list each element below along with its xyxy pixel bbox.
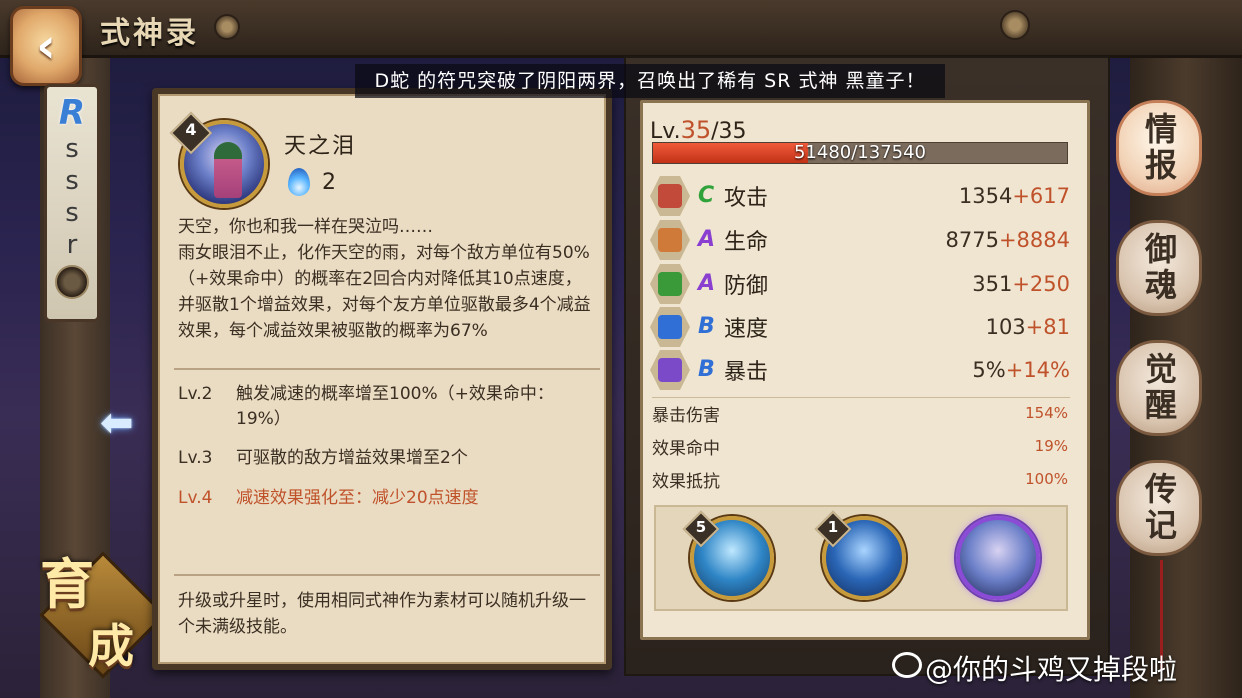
stat-value: 5%+14%: [972, 358, 1070, 382]
stat-row: C 攻击 1354+617: [650, 176, 1070, 216]
stat-icon: [650, 307, 690, 347]
stat-bonus: +81: [1025, 315, 1070, 339]
watermark: @你的斗鸡又掉段啦: [925, 653, 1178, 686]
upgrade-footnote: 升级或升星时，使用相同式神作为素材可以随机升级一个未满级技能。: [178, 591, 586, 637]
skill-description: 天空，你也和我一样在哭泣吗…… 雨女眼泪不止，化作天空的雨，对每个敌方单位有50…: [178, 217, 591, 341]
stat-value: 103+81: [986, 315, 1070, 339]
sub-stat-name: 效果命中: [652, 438, 720, 459]
stat-base: 8775: [945, 228, 999, 252]
rarity-tab-current[interactable]: R: [59, 93, 85, 133]
gear-ornament-icon: [1000, 10, 1030, 40]
stat-bonus: +14%: [1005, 358, 1070, 382]
stat-name: 速度: [724, 317, 769, 342]
skill-slot-level: 1: [827, 518, 839, 536]
exp-text: 51480/137540: [793, 142, 927, 163]
rarity-filter-strip[interactable]: R s s s r: [44, 84, 100, 322]
sub-stat-name: 效果抵抗: [652, 471, 720, 492]
level-label: Lv.35/35: [650, 116, 747, 144]
scroll-knob-icon[interactable]: [55, 265, 89, 299]
sub-stat-value: 100%: [1025, 470, 1068, 488]
divider: [174, 368, 600, 370]
stat-name: 暴击: [724, 360, 769, 385]
stat-row: A 防御 351+250: [650, 264, 1070, 304]
level-effect: 可驱散的敌方增益效果增至2个: [236, 448, 468, 468]
skill-level-row: Lv.2 触发减速的概率增至100%（+效果命中：19%）: [178, 382, 598, 432]
skill-level: 4: [185, 120, 197, 139]
stat-row: B 暴击 5%+14%: [650, 350, 1070, 390]
rarity-tab[interactable]: s: [65, 165, 79, 197]
stat-base: 1354: [958, 184, 1013, 208]
stat-icon: [650, 264, 690, 304]
sub-stat-row: 效果抵抗 100%: [652, 464, 1068, 494]
stat-name: 生命: [724, 230, 769, 255]
stat-base: 5%: [972, 358, 1006, 382]
gear-ornament-icon: [214, 14, 240, 40]
back-chevron-icon: ‹: [36, 18, 56, 74]
level-current: 35: [680, 116, 712, 144]
sub-stat-name: 暴击伤害: [652, 405, 720, 426]
stat-base: 103: [985, 315, 1026, 339]
emblem-char: 成: [88, 619, 134, 673]
skill-slot-3[interactable]: [956, 516, 1040, 600]
sub-stat-value: 154%: [1025, 404, 1068, 422]
skill-cost: 2: [322, 170, 336, 195]
skill-level-row-locked: Lv.4 减速效果强化至：减少20点速度: [178, 486, 598, 511]
tab-info[interactable]: 情报: [1116, 100, 1202, 196]
tab-biography[interactable]: 传记: [1116, 460, 1202, 556]
back-button[interactable]: ‹: [10, 6, 82, 86]
level-label: Lv.2: [178, 384, 213, 404]
growth-button[interactable]: 育 成: [28, 540, 167, 690]
stat-icon: [650, 350, 690, 390]
skill-level-row: Lv.3 可驱散的敌方增益效果增至2个: [178, 446, 598, 471]
skill-name: 天之泪: [284, 134, 357, 159]
rarity-tab[interactable]: s: [65, 133, 79, 165]
level-prefix: Lv.: [650, 119, 681, 144]
stat-grade: B: [698, 314, 715, 339]
stat-row: A 生命 8775+8884: [650, 220, 1070, 260]
stat-icon: [650, 176, 690, 216]
level-effect: 减速效果强化至：减少20点速度: [236, 488, 479, 508]
rarity-tab[interactable]: r: [67, 229, 78, 261]
skill-detail-panel: 4 天之泪 2 天空，你也和我一样在哭泣吗…… 雨女眼泪不止，化作天空的雨，对每…: [152, 88, 612, 670]
stat-base: 351: [972, 272, 1013, 296]
sub-stat-value: 19%: [1034, 437, 1068, 455]
onibi-fire-icon: [288, 168, 310, 196]
stat-grade: A: [698, 227, 716, 252]
stat-name: 防御: [724, 274, 769, 299]
stat-bonus: +250: [1012, 272, 1070, 296]
stat-bonus: +8884: [998, 228, 1070, 252]
stat-value: 1354+617: [959, 184, 1070, 208]
stat-grade: B: [698, 357, 715, 382]
level-effect: 触发减速的概率增至100%（+效果命中：19%）: [236, 384, 554, 429]
page-title: 式神录: [100, 16, 199, 51]
sub-stat-row: 暴击伤害 154%: [652, 398, 1068, 428]
stat-grade: A: [698, 271, 716, 296]
skill-slot-level: 5: [695, 518, 707, 536]
stat-value: 8775+8884: [946, 228, 1071, 252]
level-label: Lv.3: [178, 448, 213, 468]
emblem-char: 育: [40, 553, 94, 616]
stat-icon: [650, 220, 690, 260]
tab-mitama[interactable]: 御魂: [1116, 220, 1202, 316]
previous-arrow-icon[interactable]: ⬅: [100, 400, 134, 446]
stat-row: B 速度 103+81: [650, 307, 1070, 347]
stat-name: 攻击: [724, 186, 769, 211]
summon-announcement: D蛇 的符咒突破了阴阳两界，召唤出了稀有 SR 式神 黑童子！: [355, 64, 945, 98]
tab-awaken[interactable]: 觉醒: [1116, 340, 1202, 436]
level-label: Lv.4: [178, 488, 213, 508]
ame-onna-figure-icon: [214, 142, 242, 198]
rarity-tab[interactable]: s: [65, 197, 79, 229]
level-max: /35: [711, 119, 747, 144]
stat-grade: C: [698, 183, 715, 208]
stat-bonus: +617: [1012, 184, 1070, 208]
divider: [174, 574, 600, 576]
weibo-logo-icon: [892, 652, 922, 678]
stat-value: 351+250: [972, 272, 1070, 296]
sub-stat-row: 效果命中 19%: [652, 431, 1068, 461]
